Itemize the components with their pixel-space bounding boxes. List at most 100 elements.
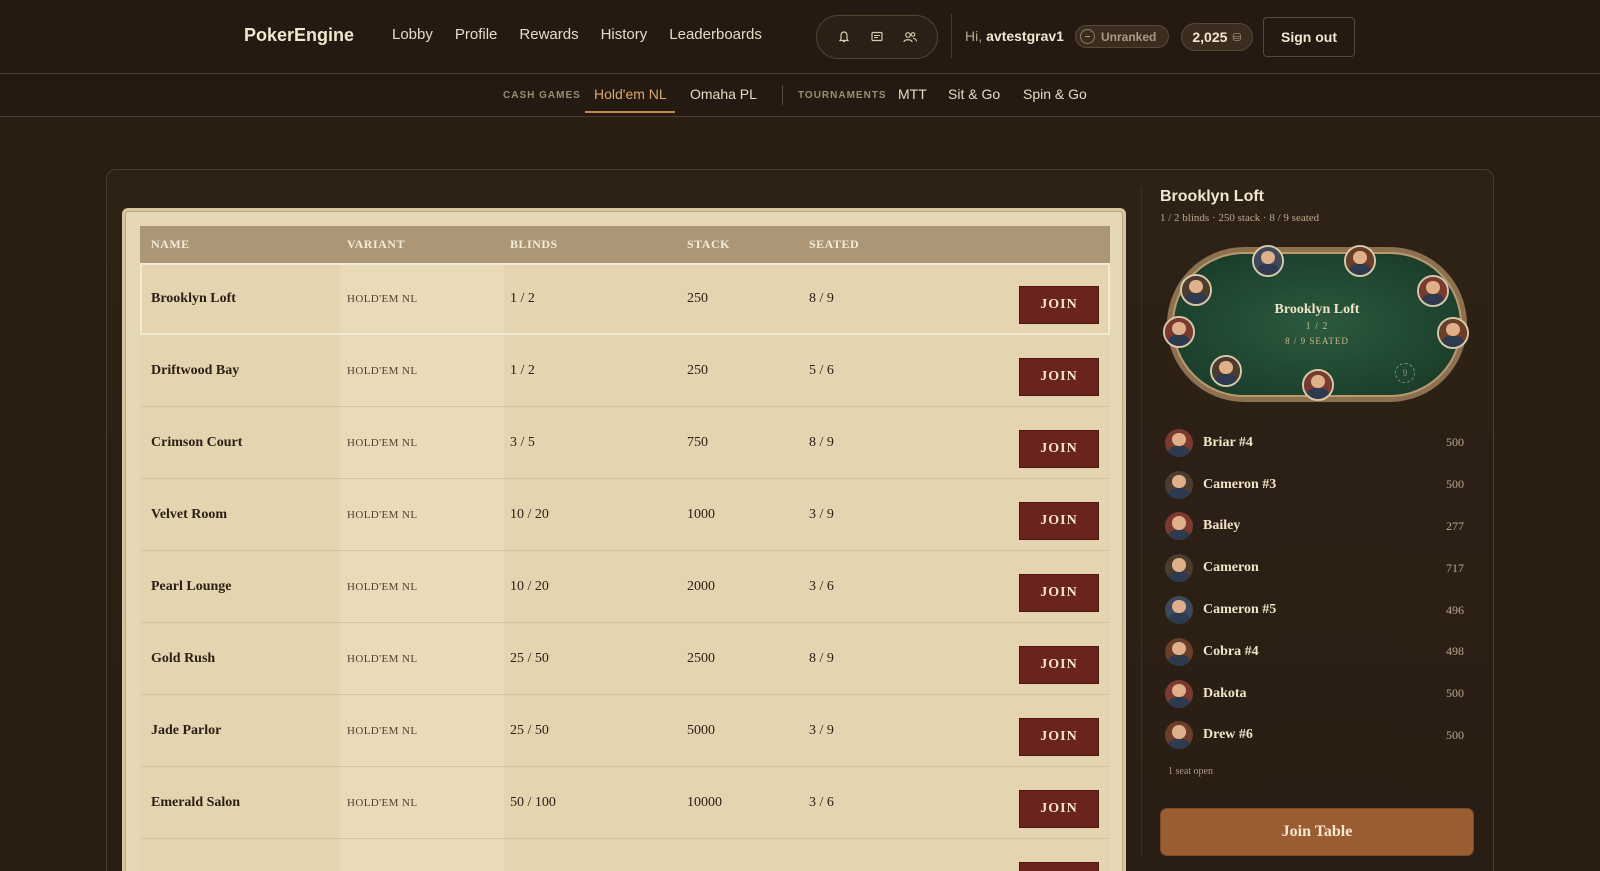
player-name: Dakota xyxy=(1203,685,1247,701)
table-variant: HOLD'EM NL xyxy=(347,436,418,449)
felt-table-name: Brooklyn Loft xyxy=(1274,302,1360,317)
player-stack: 277 xyxy=(1446,518,1464,533)
table-variant: HOLD'EM NL xyxy=(347,292,418,305)
tab-mtt[interactable]: MTT xyxy=(898,86,927,102)
player-name: Cameron xyxy=(1203,560,1259,576)
tab-sit-and-go[interactable]: Sit & Go xyxy=(948,86,1000,102)
join-button[interactable]: JOIN xyxy=(1019,285,1099,324)
table-row[interactable]: Driftwood Bay HOLD'EM NL 1 / 2 250 5 / 6 JOIN xyxy=(140,335,1110,407)
join-button[interactable]: JOIN xyxy=(1019,357,1099,396)
brand-logo[interactable]: PokerEngine xyxy=(244,25,354,46)
player-avatar xyxy=(1165,470,1193,499)
player-row: Cameron #5 496 xyxy=(1165,589,1470,631)
divider xyxy=(951,14,952,58)
nav-history[interactable]: History xyxy=(601,26,648,43)
table-name: Crimson Court xyxy=(151,434,243,450)
table-row[interactable]: JOIN xyxy=(140,839,1110,871)
table-variant: HOLD'EM NL xyxy=(347,364,418,377)
player-row: Cameron 717 xyxy=(1165,547,1470,589)
table-seated: 8 / 9 xyxy=(809,650,834,666)
player-stack: 498 xyxy=(1446,644,1464,659)
table-variant: HOLD'EM NL xyxy=(347,796,418,809)
player-row: Dakota 500 xyxy=(1165,673,1470,715)
empty-seat[interactable]: 9 xyxy=(1395,363,1415,383)
join-button[interactable]: JOIN xyxy=(1019,717,1099,756)
player-name: Briar #4 xyxy=(1203,434,1253,450)
tab-spin-and-go[interactable]: Spin & Go xyxy=(1023,86,1087,102)
table-name: Jade Parlor xyxy=(151,722,222,738)
tab-holdem-nl[interactable]: Hold'em NL xyxy=(594,86,667,102)
player-avatar xyxy=(1165,721,1193,750)
table-row[interactable]: Jade Parlor HOLD'EM NL 25 / 50 5000 3 / 9 JOI… xyxy=(140,695,1110,767)
chat-icon[interactable] xyxy=(865,25,889,49)
tab-omaha-pl[interactable]: Omaha PL xyxy=(690,86,757,102)
player-avatar xyxy=(1165,679,1193,708)
header-variant: VARIANT xyxy=(347,237,405,251)
player-avatar xyxy=(1165,596,1193,625)
poker-table-preview: Brooklyn Loft 1 / 2 8 / 9 SEATED 9 xyxy=(1163,245,1469,402)
player-stack: 500 xyxy=(1446,435,1464,450)
player-name: Cobra #4 xyxy=(1203,643,1259,659)
table-header: NAME VARIANT BLINDS STACK SEATED xyxy=(140,226,1110,263)
active-tab-indicator xyxy=(585,111,675,113)
seat-avatar xyxy=(1302,369,1334,401)
table-seated: 5 / 6 xyxy=(809,362,834,378)
nav-rewards[interactable]: Rewards xyxy=(519,26,578,43)
player-stack: 496 xyxy=(1446,602,1464,617)
join-button[interactable]: JOIN xyxy=(1019,573,1099,612)
table-blinds: 1 / 2 xyxy=(510,290,535,306)
join-button[interactable]: JOIN xyxy=(1019,861,1099,871)
top-bar: PokerEngine Lobby Profile Rewards Histor… xyxy=(0,0,1600,74)
table-stack: 250 xyxy=(687,290,708,306)
seat-avatar xyxy=(1163,316,1195,348)
friends-icon[interactable] xyxy=(898,25,922,49)
join-button[interactable]: JOIN xyxy=(1019,429,1099,468)
felt-blinds: 1 / 2 xyxy=(1305,321,1329,332)
rank-badge: – Unranked xyxy=(1075,25,1169,48)
table-blinds: 50 / 100 xyxy=(510,794,556,810)
table-stack: 2500 xyxy=(687,650,715,666)
table-list-card: NAME VARIANT BLINDS STACK SEATED Brookly… xyxy=(125,211,1123,871)
table-variant: HOLD'EM NL xyxy=(347,580,418,593)
username[interactable]: avtestgrav1 xyxy=(986,28,1064,44)
table-row[interactable]: Brooklyn Loft HOLD'EM NL 1 / 2 250 8 / 9 JOIN xyxy=(140,263,1110,335)
table-seated: 8 / 9 xyxy=(809,290,834,306)
table-row[interactable]: Emerald Salon HOLD'EM NL 50 / 100 10000 3 / … xyxy=(140,767,1110,839)
table-name: Gold Rush xyxy=(151,650,216,666)
seat-avatar xyxy=(1252,245,1284,277)
nav-lobby[interactable]: Lobby xyxy=(392,26,433,43)
table-seated: 3 / 6 xyxy=(809,578,834,594)
join-table-button[interactable]: Join Table xyxy=(1160,808,1474,856)
table-variant: HOLD'EM NL xyxy=(347,652,418,665)
player-stack: 500 xyxy=(1446,477,1464,492)
nav-leaderboards[interactable]: Leaderboards xyxy=(669,26,762,43)
nav-profile[interactable]: Profile xyxy=(455,26,498,43)
player-row: Bailey 277 xyxy=(1165,506,1470,548)
player-name: Cameron #5 xyxy=(1203,602,1277,618)
table-seated: 3 / 9 xyxy=(809,722,834,738)
player-avatar xyxy=(1165,637,1193,666)
cash-games-label: CASH GAMES xyxy=(503,90,581,101)
seat-avatar xyxy=(1210,355,1242,387)
table-row[interactable]: Gold Rush HOLD'EM NL 25 / 50 2500 8 / 9 JOIN xyxy=(140,623,1110,695)
table-blinds: 1 / 2 xyxy=(510,362,535,378)
table-row[interactable]: Pearl Lounge HOLD'EM NL 10 / 20 2000 3 / 6 JO… xyxy=(140,551,1110,623)
table-seated: 3 / 6 xyxy=(809,794,834,810)
header-blinds: BLINDS xyxy=(510,237,558,251)
sign-out-button[interactable]: Sign out xyxy=(1263,17,1355,57)
player-stack: 717 xyxy=(1446,560,1464,575)
player-name: Bailey xyxy=(1203,518,1241,534)
join-button[interactable]: JOIN xyxy=(1019,645,1099,684)
table-blinds: 25 / 50 xyxy=(510,722,549,738)
seat-avatar xyxy=(1344,245,1376,277)
coin-balance: 2,025 ⛁ xyxy=(1181,23,1253,51)
join-button[interactable]: JOIN xyxy=(1019,501,1099,540)
seat-avatar xyxy=(1417,275,1449,307)
table-row[interactable]: Crimson Court HOLD'EM NL 3 / 5 750 8 / 9 JOIN xyxy=(140,407,1110,479)
table-row[interactable]: Velvet Room HOLD'EM NL 10 / 20 1000 3 / 9 JOI… xyxy=(140,479,1110,551)
player-row: Cameron #3 500 xyxy=(1165,464,1470,506)
rank-label: Unranked xyxy=(1101,29,1157,44)
join-button[interactable]: JOIN xyxy=(1019,789,1099,828)
bell-icon[interactable] xyxy=(832,25,856,49)
player-stack: 500 xyxy=(1446,727,1464,742)
